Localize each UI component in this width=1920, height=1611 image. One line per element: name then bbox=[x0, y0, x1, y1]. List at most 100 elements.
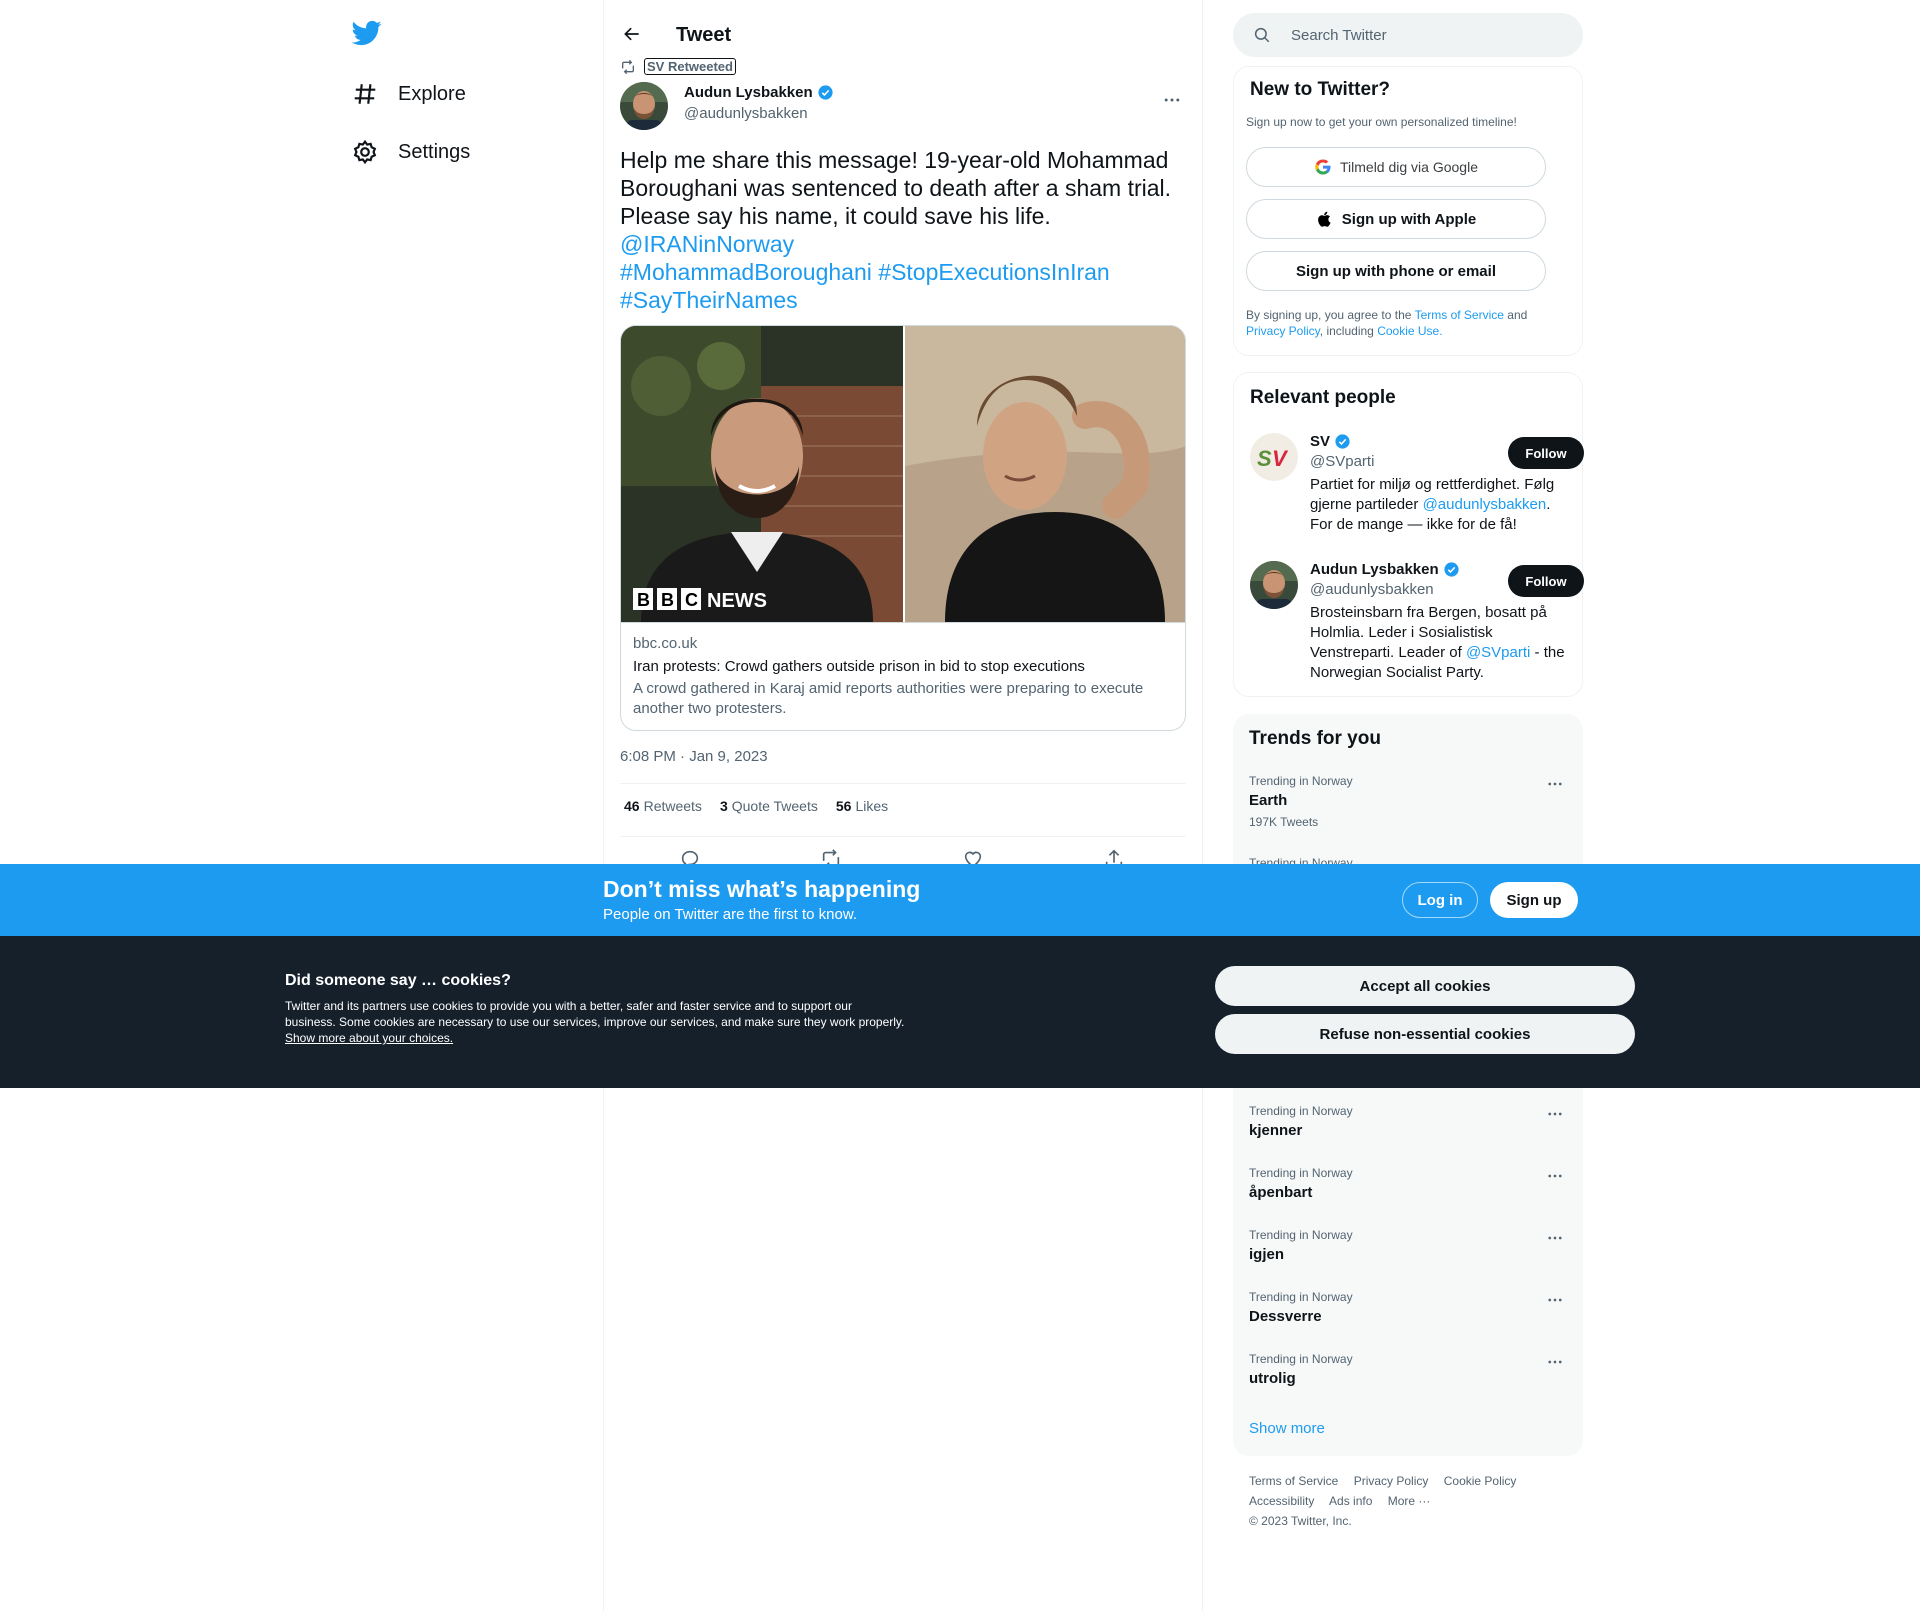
retweet-icon bbox=[622, 59, 634, 74]
card-image-left: B B C NEWS bbox=[621, 326, 903, 622]
banner-title: Don’t miss what’s happening bbox=[603, 876, 921, 902]
footer-link[interactable]: Privacy Policy bbox=[1354, 1474, 1429, 1488]
follow-button[interactable]: Follow bbox=[1508, 565, 1584, 597]
svg-text:V: V bbox=[1272, 446, 1289, 471]
cookie-body: Twitter and its partners use cookies to … bbox=[285, 999, 905, 1029]
signup-terms: By signing up, you agree to the Terms of… bbox=[1246, 307, 1566, 339]
trend-context: Trending in Norway bbox=[1249, 1166, 1353, 1180]
verified-badge-icon bbox=[818, 85, 833, 100]
hashtag-icon bbox=[354, 84, 376, 104]
footer-link[interactable]: Accessibility bbox=[1249, 1494, 1314, 1508]
search-input[interactable] bbox=[1291, 26, 1551, 44]
trend-context: Trending in Norway bbox=[1249, 1104, 1353, 1118]
person-avatar[interactable] bbox=[1250, 561, 1298, 609]
person-card[interactable]: Audun Lysbakken @audunlysbakken Follow B… bbox=[1250, 561, 1584, 691]
tweet-more-options-button[interactable] bbox=[1158, 86, 1186, 114]
more-horizontal-icon bbox=[1164, 98, 1180, 102]
link-card[interactable]: B B C NEWS bbc.co.uk Iran protests: Crow… bbox=[620, 325, 1186, 731]
privacy-policy-link[interactable]: Privacy Policy bbox=[1246, 324, 1320, 338]
author-name-text: Audun Lysbakken bbox=[684, 84, 813, 101]
trend-more-button[interactable] bbox=[1543, 1352, 1567, 1372]
footer-links-row: Terms of Service Privacy Policy Cookie P… bbox=[1249, 1474, 1528, 1488]
person-card[interactable]: S V SV @SVparti Follow Partiet for miljø… bbox=[1250, 433, 1584, 543]
retweets-label: Retweets bbox=[643, 798, 702, 814]
nav-item-explore[interactable]: Explore bbox=[352, 70, 466, 118]
svg-text:B: B bbox=[637, 590, 650, 610]
bbc-news-watermark: NEWS bbox=[707, 590, 767, 612]
quote-tweets-stat[interactable]: 3 Quote Tweets bbox=[720, 798, 818, 814]
footer-link[interactable]: Terms of Service bbox=[1249, 1474, 1338, 1488]
trend-item[interactable]: Trending in Norway igjen bbox=[1249, 1228, 1567, 1263]
card-description: A crowd gathered in Karaj amid reports a… bbox=[633, 680, 1144, 717]
tweet-timestamp[interactable]: 6:08 PM · Jan 9, 2023 bbox=[620, 748, 768, 765]
nav-item-settings[interactable]: Settings bbox=[352, 128, 470, 176]
search-icon bbox=[1254, 27, 1270, 43]
trend-more-button[interactable] bbox=[1543, 1104, 1567, 1124]
author-name[interactable]: Audun Lysbakken bbox=[684, 84, 834, 101]
nav-item-label: Settings bbox=[398, 140, 471, 163]
footer-links-row: Accessibility Ads info More ··· bbox=[1249, 1494, 1442, 1508]
hashtag-link[interactable]: #StopExecutionsInIran bbox=[878, 259, 1109, 285]
retweets-count: 46 bbox=[624, 798, 640, 814]
tweet-body: Help me share this message! 19-year-old … bbox=[620, 147, 1172, 229]
search-bar[interactable] bbox=[1233, 13, 1583, 57]
trend-more-button[interactable] bbox=[1543, 1228, 1567, 1248]
refuse-cookies-button[interactable]: Refuse non-essential cookies bbox=[1215, 1014, 1635, 1054]
column-divider bbox=[603, 0, 604, 1611]
nav-item-label: Explore bbox=[398, 82, 466, 105]
retweeted-by-label: SV Retweeted bbox=[644, 58, 736, 75]
bio-mention-link[interactable]: @SVparti bbox=[1466, 644, 1530, 661]
signup-banner: Don’t miss what’s happening People on Tw… bbox=[0, 864, 1920, 936]
signup-button[interactable]: Sign up bbox=[1490, 882, 1578, 918]
cookie-more-link[interactable]: Show more about your choices. bbox=[285, 1031, 453, 1045]
accept-cookies-button[interactable]: Accept all cookies bbox=[1215, 966, 1635, 1006]
terms-prefix: By signing up, you agree to the bbox=[1246, 308, 1412, 322]
trend-item[interactable]: Trending in Norway Dessverre bbox=[1249, 1290, 1567, 1325]
footer-more-button[interactable]: More ··· bbox=[1388, 1494, 1431, 1508]
apple-signup-button[interactable]: Sign up with Apple bbox=[1246, 199, 1546, 239]
gear-icon bbox=[353, 139, 377, 165]
retweets-stat[interactable]: 46 Retweets bbox=[624, 798, 702, 814]
hashtag-link[interactable]: #SayTheirNames bbox=[620, 287, 798, 313]
trend-count: 197K Tweets bbox=[1249, 815, 1319, 829]
show-more-trends-link[interactable]: Show more bbox=[1249, 1420, 1325, 1437]
google-signup-button[interactable]: Tilmeld dig via Google bbox=[1246, 147, 1546, 187]
terms-of-service-link[interactable]: Terms of Service bbox=[1415, 308, 1504, 322]
trend-more-button[interactable] bbox=[1543, 1166, 1567, 1186]
author-avatar[interactable] bbox=[620, 82, 668, 130]
tweet-stats: 46 Retweets 3 Quote Tweets 56 Likes bbox=[620, 798, 888, 814]
banner-subtitle: People on Twitter are the first to know. bbox=[603, 906, 858, 923]
card-body: bbc.co.uk Iran protests: Crowd gathers o… bbox=[621, 622, 1185, 730]
trend-item[interactable]: Trending in Norway åpenbart bbox=[1249, 1166, 1567, 1201]
footer-link[interactable]: Cookie Policy bbox=[1444, 1474, 1517, 1488]
trend-name: igjen bbox=[1249, 1246, 1285, 1263]
more-horizontal-icon bbox=[1548, 1298, 1562, 1302]
follow-button[interactable]: Follow bbox=[1508, 437, 1584, 469]
person-handle: @audunlysbakken bbox=[1310, 581, 1434, 598]
trend-more-button[interactable] bbox=[1543, 1290, 1567, 1310]
google-signup-label: Tilmeld dig via Google bbox=[1340, 159, 1478, 175]
bio-mention-link[interactable]: @audunlysbakken bbox=[1423, 496, 1547, 513]
footer-copyright: © 2023 Twitter, Inc. bbox=[1249, 1514, 1352, 1528]
likes-stat[interactable]: 56 Likes bbox=[836, 798, 888, 814]
trend-item[interactable]: Trending in Norway utrolig bbox=[1249, 1352, 1567, 1387]
hashtag-link[interactable]: #MohammadBoroughani bbox=[620, 259, 872, 285]
verified-badge-icon bbox=[1444, 562, 1459, 577]
trend-more-button[interactable] bbox=[1543, 774, 1567, 794]
cookie-use-link[interactable]: Cookie Use. bbox=[1377, 324, 1442, 338]
mention-link[interactable]: @IRANinNorway bbox=[620, 231, 794, 257]
relevant-people-panel: Relevant people S V SV @SVparti Follow P… bbox=[1233, 372, 1584, 697]
phone-email-signup-button[interactable]: Sign up with phone or email bbox=[1246, 251, 1546, 291]
login-button[interactable]: Log in bbox=[1402, 882, 1478, 918]
footer-link[interactable]: Ads info bbox=[1329, 1494, 1372, 1508]
trend-item[interactable]: Trending in Norway Earth 197K Tweets bbox=[1249, 774, 1567, 829]
retweet-indicator[interactable]: SV Retweeted bbox=[620, 58, 736, 75]
trend-item[interactable]: Trending in Norway kjenner bbox=[1249, 1104, 1567, 1139]
person-avatar[interactable]: S V bbox=[1250, 433, 1298, 481]
author-handle[interactable]: @audunlysbakken bbox=[684, 105, 808, 122]
back-button[interactable] bbox=[618, 20, 646, 48]
person-name-text: SV bbox=[1310, 433, 1331, 450]
card-image-right bbox=[905, 326, 1185, 622]
twitter-logo-icon[interactable] bbox=[351, 18, 388, 54]
card-title: Iran protests: Crowd gathers outside pri… bbox=[633, 658, 1085, 675]
